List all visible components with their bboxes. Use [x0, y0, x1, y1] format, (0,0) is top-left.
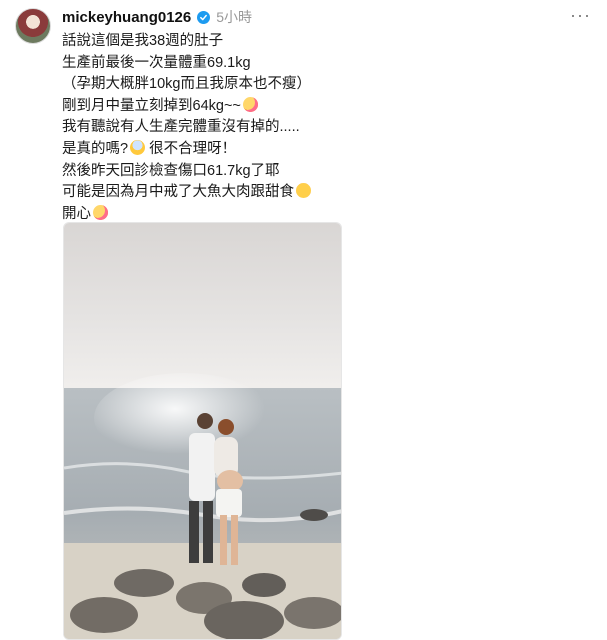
username[interactable]: mickeyhuang0126 — [62, 9, 191, 26]
caption-line: 可能是因為月中戒了大魚大肉跟甜食 — [62, 182, 582, 204]
post-time: 5小時 — [216, 9, 253, 25]
post-caption: 話說這個是我38週的肚子 生產前最後一次量體重69.1kg （孕期大概胖10kg… — [62, 31, 582, 225]
verified-badge-icon — [197, 10, 211, 24]
smiling-face-with-hearts-icon — [93, 204, 108, 220]
caption-line: 話說這個是我38週的肚子 — [62, 33, 224, 49]
post-card: mickeyhuang0126 5小時 ··· 話說這個是我38週的肚子 生產前… — [0, 0, 607, 640]
face-screaming-icon — [130, 139, 146, 155]
caption-line: 是真的嗎? 很不合理呀！ — [62, 139, 237, 157]
face-savoring-food-icon — [296, 183, 311, 199]
caption-line: 剛到月中量立刻掉到64kg~~ — [62, 96, 582, 118]
post-header: mickeyhuang0126 5小時 — [62, 6, 252, 28]
caption-line: 然後昨天回診檢查傷口61.7kg了耶 — [62, 162, 280, 179]
more-horizontal-icon[interactable]: ··· — [570, 6, 591, 24]
post-photo[interactable] — [63, 222, 342, 640]
beach-maternity-photo — [64, 223, 341, 639]
caption-line: （孕期大概胖10kg而且我原本也不瘦） — [62, 76, 311, 93]
avatar[interactable] — [15, 8, 51, 44]
caption-line: 我有聽說有人生產完體重沒有掉的..... — [62, 119, 300, 136]
caption-line: 生產前最後一次量體重69.1kg — [62, 54, 251, 71]
smiling-face-with-hearts-icon — [242, 96, 258, 112]
